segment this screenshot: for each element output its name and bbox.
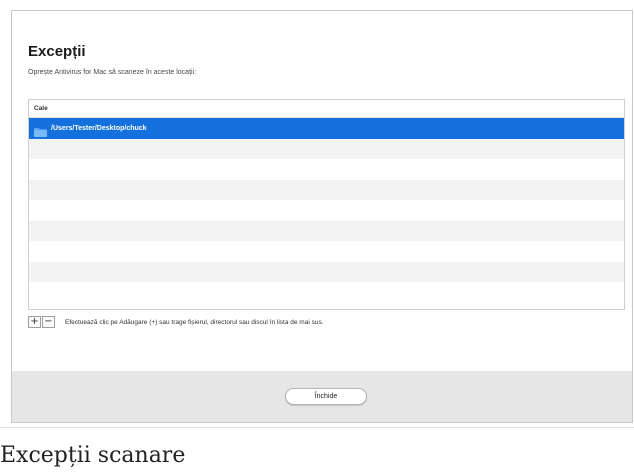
dialog-subtitle: Oprește Antivirus for Mac să scaneze în … — [28, 69, 197, 76]
remove-button[interactable]: − — [42, 316, 55, 328]
dialog-title: Excepții — [28, 43, 86, 60]
table-row-empty — [29, 220, 624, 241]
figure-caption: Excepții scanare — [0, 443, 186, 468]
dialog-footer: Închide — [12, 371, 632, 422]
table-row-empty — [29, 159, 624, 180]
column-header-path[interactable]: Cale — [29, 100, 624, 118]
row-path: /Users/Tester/Desktop/chuck — [51, 124, 147, 132]
exceptions-table[interactable]: Cale /Users/Tester/Desktop/chuck — [28, 99, 625, 310]
table-row-empty — [29, 282, 624, 303]
close-button[interactable]: Închide — [285, 388, 367, 405]
table-row-empty — [29, 179, 624, 200]
table-row-empty — [29, 241, 624, 262]
table-row-empty — [29, 261, 624, 282]
hint-text: Efectuează clic pe Adăugare (+) sau trag… — [65, 318, 324, 326]
folder-icon — [34, 124, 47, 137]
caption-divider — [0, 427, 634, 428]
add-button[interactable]: + — [28, 316, 41, 328]
table-row-selected[interactable]: /Users/Tester/Desktop/chuck — [29, 118, 624, 139]
table-row-empty — [29, 200, 624, 221]
table-rows: /Users/Tester/Desktop/chuck — [29, 118, 624, 309]
list-controls: + − Efectuează clic pe Adăugare (+) sau … — [28, 316, 324, 328]
table-row-empty — [29, 138, 624, 159]
exceptions-dialog: Excepții Oprește Antivirus for Mac să sc… — [11, 10, 633, 423]
